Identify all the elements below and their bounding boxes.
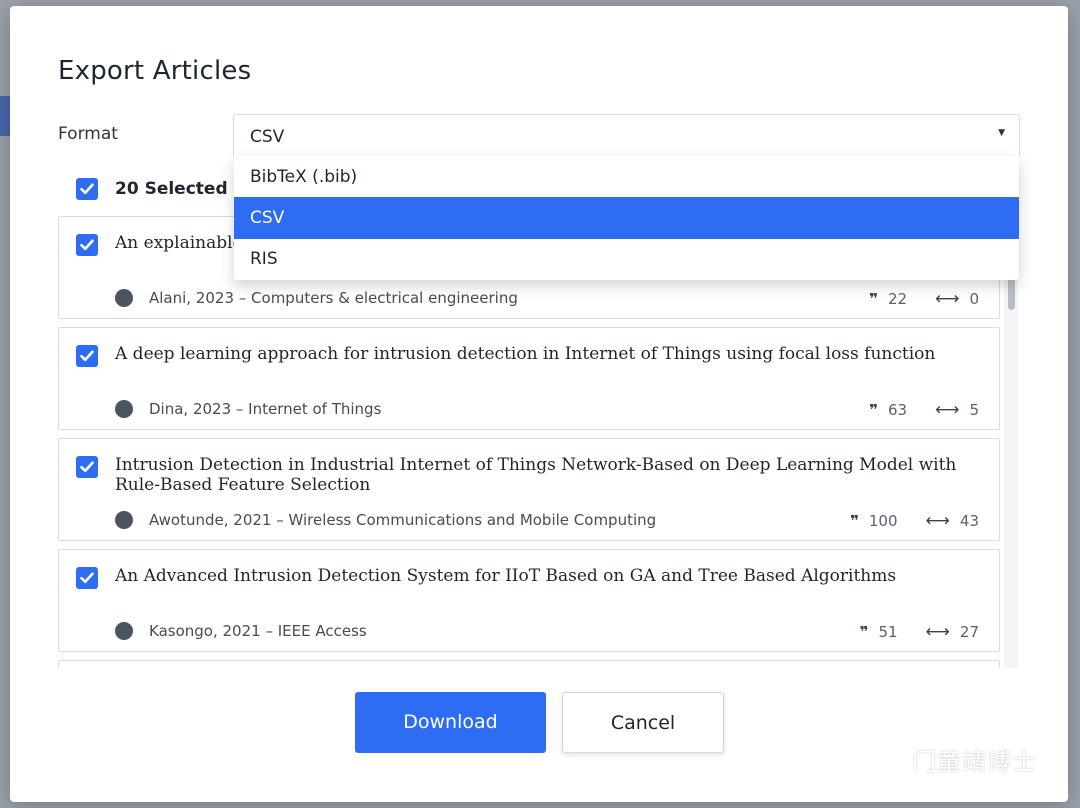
format-option-label: BibTeX (.bib) xyxy=(250,167,358,187)
article-source: Alani, 2023 – Computers & electrical eng… xyxy=(149,289,518,307)
source-avatar xyxy=(115,511,133,529)
quote-icon: ❞ xyxy=(869,290,878,308)
article-card: Intrusion Detection in Industrial Intern… xyxy=(58,438,1000,541)
quote-icon: ❞ xyxy=(850,512,859,530)
citation-count: 22 xyxy=(887,290,908,308)
article-card-partial xyxy=(58,660,1000,668)
article-stats: ❞ 22 ⟷ 0 xyxy=(869,289,979,309)
citation-count: 100 xyxy=(868,512,898,530)
watermark-text: 门童靖博士 xyxy=(912,748,1037,776)
source-avatar xyxy=(115,289,133,307)
check-icon xyxy=(80,239,94,251)
check-icon xyxy=(80,350,94,362)
download-button[interactable]: Download xyxy=(355,692,546,753)
format-select-value: CSV xyxy=(250,127,285,147)
citation-count: 63 xyxy=(887,401,908,419)
article-stats: ❞ 100 ⟷ 43 xyxy=(850,511,979,531)
article-stats: ❞ 63 ⟷ 5 xyxy=(869,400,979,420)
export-dialog: Export Articles Format CSV ▼ 20 Selected… xyxy=(10,6,1068,802)
format-dropdown-menu: BibTeX (.bib) CSV RIS xyxy=(234,156,1019,280)
check-icon xyxy=(80,183,94,195)
article-title[interactable]: A deep learning approach for intrusion d… xyxy=(115,344,983,364)
arrow-connect-icon: ⟷ xyxy=(935,289,960,309)
arrow-connect-icon: ⟷ xyxy=(925,622,950,642)
check-icon xyxy=(80,572,94,584)
citation-count: 51 xyxy=(878,623,898,641)
article-list[interactable]: An explainable Alani, 2023 – Computers &… xyxy=(58,216,1020,668)
format-option-label: RIS xyxy=(250,249,278,269)
article-title[interactable]: Intrusion Detection in Industrial Intern… xyxy=(115,455,983,495)
source-avatar xyxy=(115,400,133,418)
format-option-bibtex[interactable]: BibTeX (.bib) xyxy=(234,156,1019,198)
article-title[interactable]: An Advanced Intrusion Detection System f… xyxy=(115,566,983,586)
format-option-ris[interactable]: RIS xyxy=(234,238,1019,280)
article-checkbox[interactable] xyxy=(76,234,98,256)
caret-down-icon: ▼ xyxy=(998,128,1005,138)
dialog-title: Export Articles xyxy=(58,56,252,86)
reference-count: 5 xyxy=(969,401,979,419)
reference-count: 27 xyxy=(959,623,979,641)
article-checkbox[interactable] xyxy=(76,567,98,589)
format-option-csv[interactable]: CSV xyxy=(234,197,1019,239)
check-icon xyxy=(80,461,94,473)
article-card: A deep learning approach for intrusion d… xyxy=(58,327,1000,430)
article-card: An Advanced Intrusion Detection System f… xyxy=(58,549,1000,652)
article-checkbox[interactable] xyxy=(76,456,98,478)
format-label: Format xyxy=(58,124,118,144)
quote-icon: ❞ xyxy=(859,623,869,641)
article-checkbox[interactable] xyxy=(76,345,98,367)
quote-icon: ❞ xyxy=(869,401,878,419)
selected-count: 20 Selected xyxy=(115,179,228,199)
reference-count: 0 xyxy=(969,290,979,308)
article-source: Kasongo, 2021 – IEEE Access xyxy=(149,622,367,640)
arrow-connect-icon: ⟷ xyxy=(935,400,960,420)
article-stats: ❞ 51 ⟷ 27 xyxy=(860,622,979,642)
source-avatar xyxy=(115,622,133,640)
cancel-button[interactable]: Cancel xyxy=(562,692,724,753)
reference-count: 43 xyxy=(959,512,979,530)
arrow-connect-icon: ⟷ xyxy=(925,511,950,531)
select-all-checkbox[interactable] xyxy=(76,178,98,200)
article-source: Dina, 2023 – Internet of Things xyxy=(149,400,382,418)
article-source: Awotunde, 2021 – Wireless Communications… xyxy=(149,511,657,529)
list-scrollbar[interactable] xyxy=(1004,216,1018,668)
format-select[interactable]: CSV ▼ xyxy=(233,114,1020,158)
wechat-icon xyxy=(863,745,904,772)
format-option-label: CSV xyxy=(250,208,285,228)
